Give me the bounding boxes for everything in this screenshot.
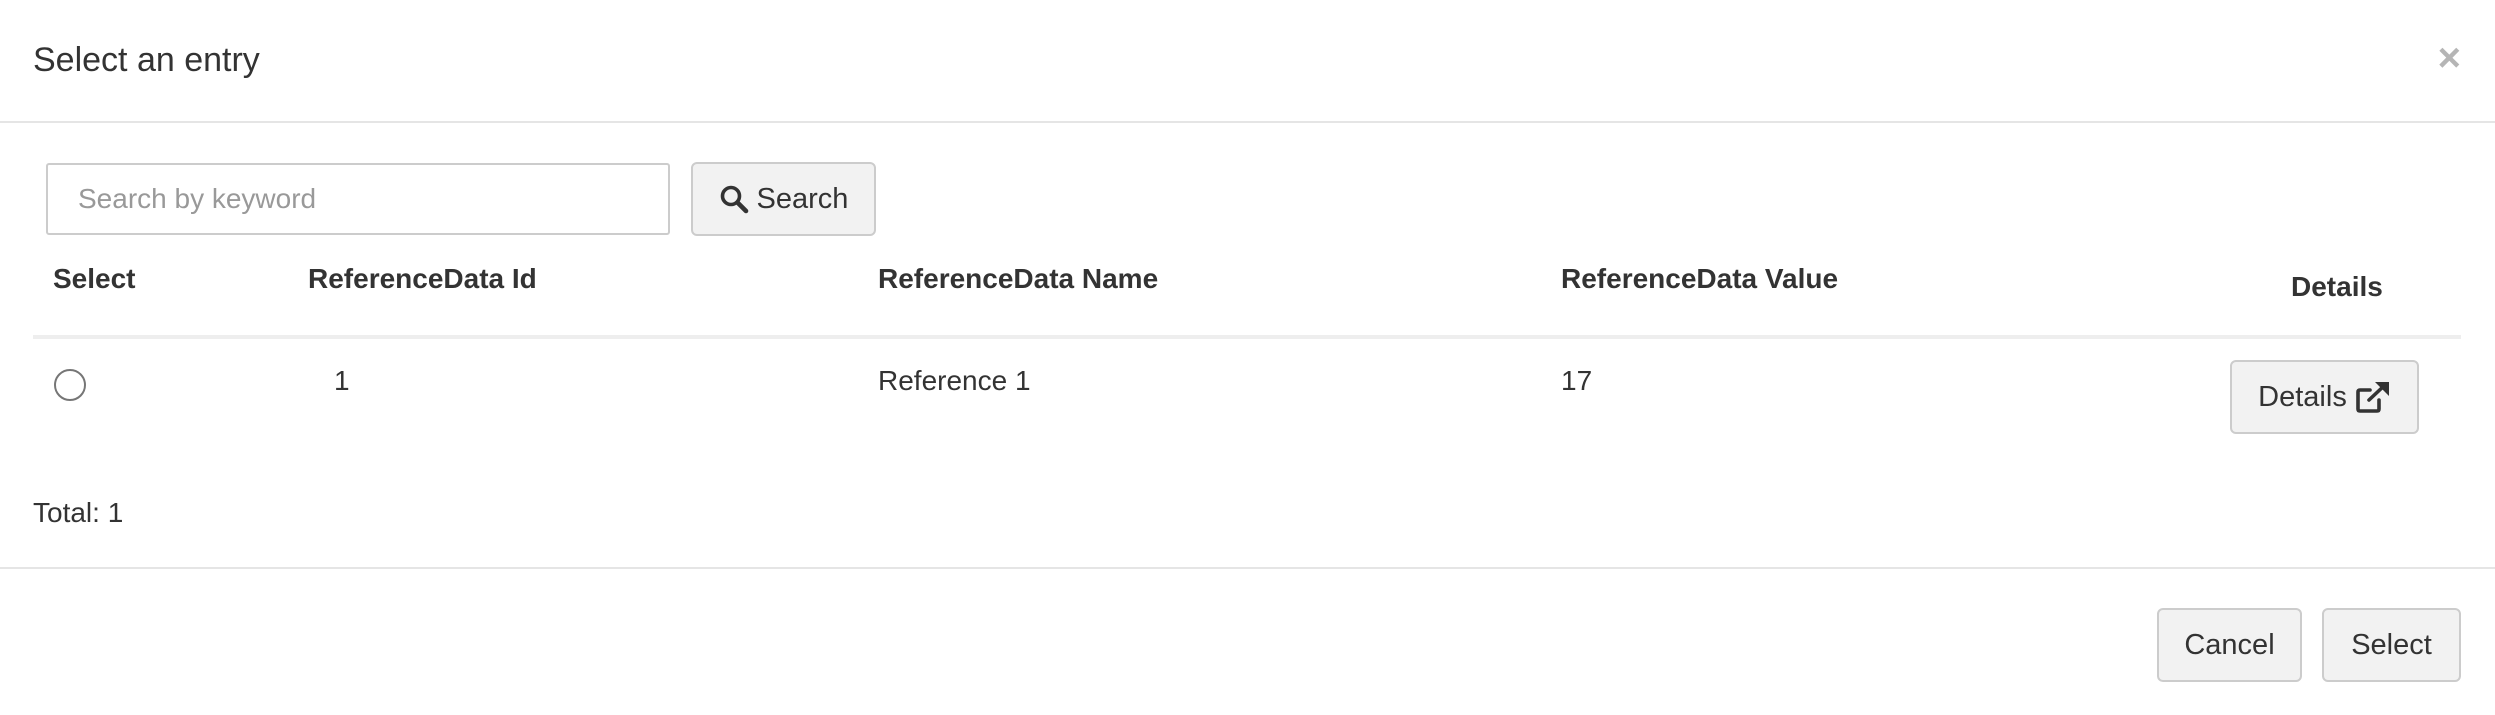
select-button[interactable]: Select xyxy=(2322,608,2461,682)
column-header-id: ReferenceData Id xyxy=(308,263,537,294)
footer-divider xyxy=(0,567,2495,569)
cancel-button[interactable]: Cancel xyxy=(2157,608,2302,682)
search-button-label: Search xyxy=(756,182,849,215)
cell-value: 17 xyxy=(1561,365,1593,396)
external-link-icon xyxy=(2356,382,2389,413)
select-entry-dialog: Select an entry × Search Select Referenc… xyxy=(0,0,2495,715)
search-input[interactable] xyxy=(46,163,670,235)
dialog-title: Select an entry xyxy=(33,41,260,79)
cell-id: 1 xyxy=(334,365,350,396)
column-header-value: ReferenceData Value xyxy=(1561,263,1839,294)
column-header-name: ReferenceData Name xyxy=(878,263,1159,294)
column-header-details: Details xyxy=(2291,271,2383,302)
close-icon[interactable]: × xyxy=(2438,38,2461,78)
column-header-select: Select xyxy=(53,263,136,294)
cell-name: Reference 1 xyxy=(878,365,1031,396)
row-select-radio[interactable] xyxy=(54,369,86,401)
details-button[interactable]: Details xyxy=(2230,360,2419,434)
search-button[interactable]: Search xyxy=(691,162,876,236)
details-button-label: Details xyxy=(2258,380,2347,413)
table-header-divider xyxy=(33,335,2461,339)
total-count: Total: 1 xyxy=(33,497,124,528)
search-icon xyxy=(720,185,748,214)
dialog-header: Select an entry × xyxy=(0,0,2495,123)
